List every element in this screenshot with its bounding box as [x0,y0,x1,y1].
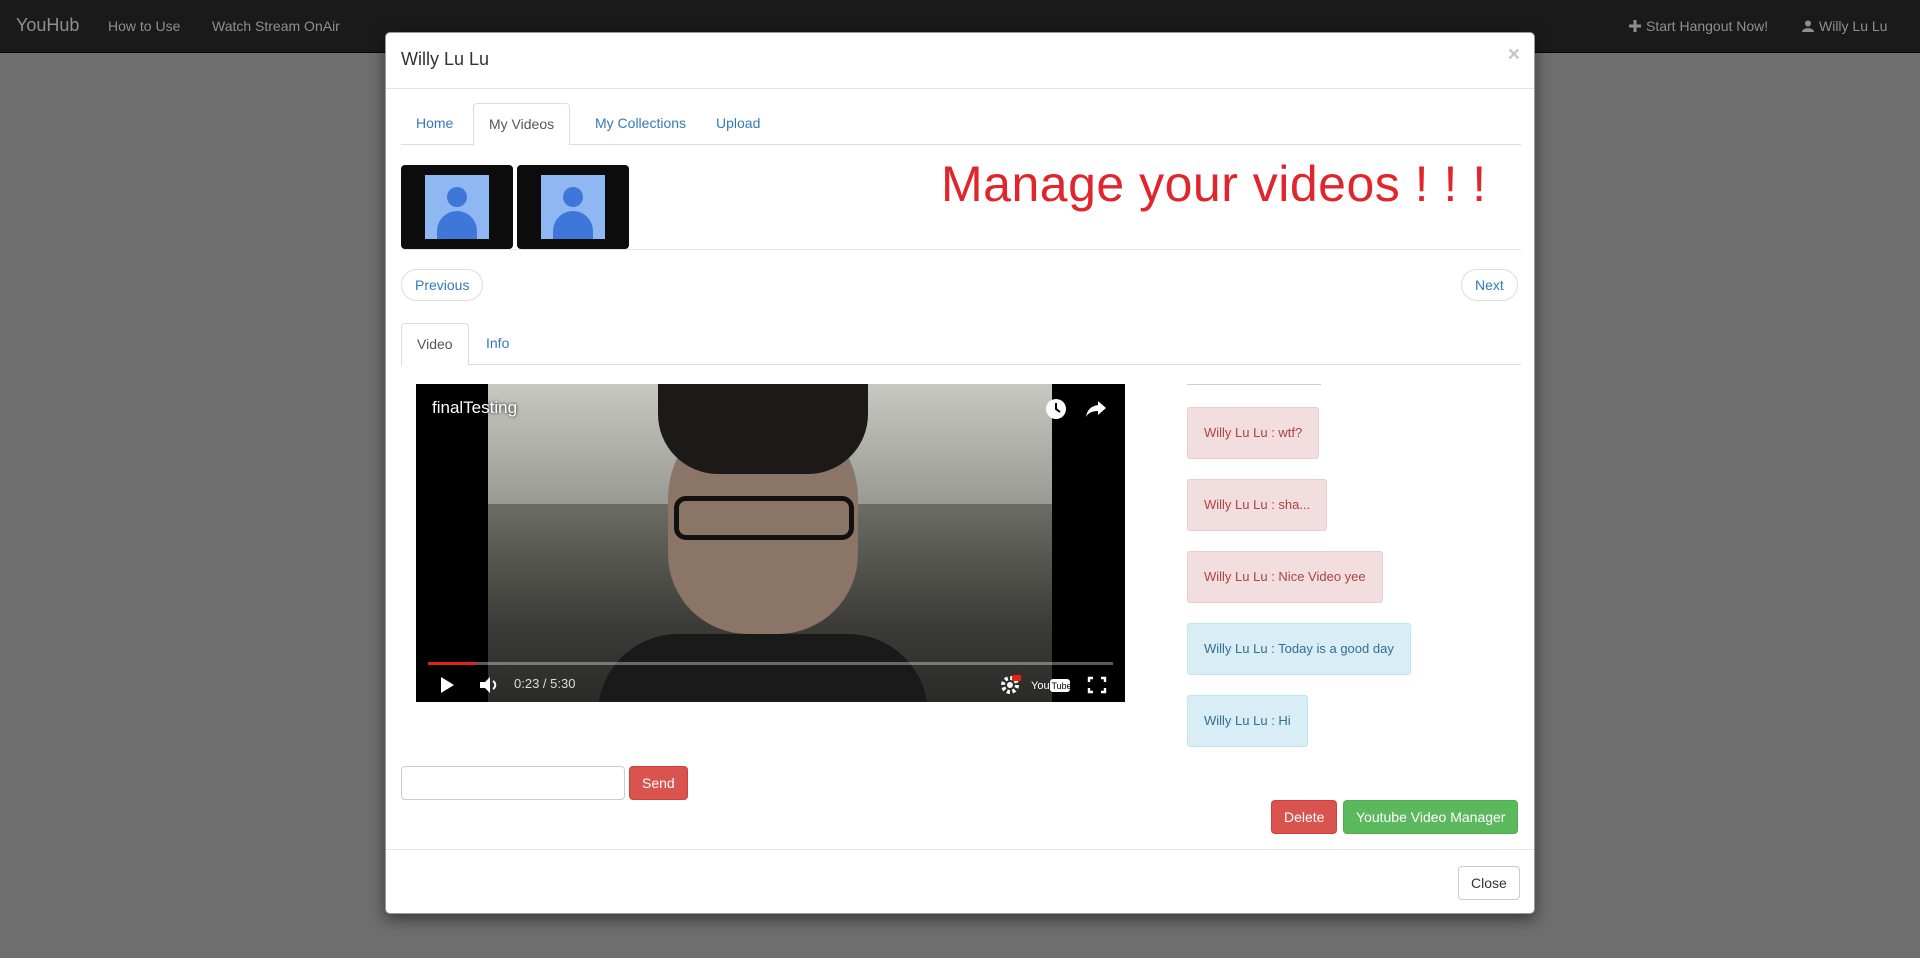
video-title[interactable]: finalTesting [432,398,517,418]
nav-watch-stream[interactable]: Watch Stream OnAir [212,18,340,34]
close-icon[interactable]: × [1508,43,1520,67]
video-subtabs: Video Info [401,323,1521,366]
svg-text:Tube: Tube [1052,681,1072,691]
user-menu-link[interactable]: Willy Lu Lu [1802,18,1887,34]
modal-header: Willy Lu Lu × [386,33,1534,89]
brand-logo[interactable]: YouHub [16,15,79,36]
chat-message: Willy Lu Lu : sha... [1187,479,1328,531]
video-thumbnail[interactable] [401,165,513,249]
video-progress-fill [428,662,476,665]
chat-divider [1187,384,1321,385]
chat-message: Willy Lu Lu : Today is a good day [1187,623,1411,675]
tab-my-videos[interactable]: My Videos [473,103,571,146]
next-button[interactable]: Next [1461,269,1518,301]
previous-button[interactable]: Previous [401,269,484,301]
tab-video[interactable]: Video [401,323,469,366]
video-time: 0:23 / 5:30 [514,676,576,691]
youtube-player[interactable]: finalTesting 0:23 / 5:30 You Tube [416,384,1125,702]
start-hangout-link[interactable]: Start Hangout Now! [1629,18,1768,34]
chat-input[interactable] [401,766,625,800]
video-progress-bar[interactable] [428,662,1113,665]
video-frame [488,384,1052,702]
chat-message: Willy Lu Lu : Nice Video yee [1187,551,1383,603]
manage-videos-headline: Manage your videos ! ! ! [941,156,1487,212]
tab-my-collections[interactable]: My Collections [580,103,701,145]
watch-later-icon[interactable] [1045,398,1067,420]
nav-how-to-use[interactable]: How to Use [108,18,180,34]
tab-home[interactable]: Home [401,103,468,145]
user-icon [1802,20,1814,32]
avatar-placeholder-icon [425,175,489,239]
divider [401,249,1521,250]
tab-upload[interactable]: Upload [701,103,775,145]
close-button[interactable]: Close [1458,866,1520,900]
video-thumbnail[interactable] [517,165,629,249]
share-icon[interactable] [1085,398,1107,420]
svg-text:You: You [1031,680,1050,692]
send-button[interactable]: Send [629,766,688,800]
chat-message: Willy Lu Lu : Hi [1187,695,1308,747]
avatar-placeholder-icon [541,175,605,239]
modal-footer-divider [386,849,1534,850]
volume-icon[interactable] [478,674,500,696]
delete-button[interactable]: Delete [1271,800,1338,834]
user-menu-label: Willy Lu Lu [1819,18,1888,34]
play-icon[interactable] [438,674,456,696]
chat-message: Willy Lu Lu : wtf? [1187,407,1320,459]
main-tabs: Home My Videos My Collections Upload [401,103,1521,146]
modal-title: Willy Lu Lu [401,49,490,69]
plus-icon [1629,20,1641,32]
youtube-logo-icon[interactable]: You Tube [1031,674,1071,696]
tab-info[interactable]: Info [471,323,524,365]
youtube-video-manager-button[interactable]: Youtube Video Manager [1343,800,1519,834]
user-modal: Willy Lu Lu × Home My Videos My Collecti… [385,32,1535,914]
start-hangout-label: Start Hangout Now! [1646,18,1769,34]
fullscreen-icon[interactable] [1087,674,1107,696]
settings-gear-icon[interactable] [999,674,1021,696]
